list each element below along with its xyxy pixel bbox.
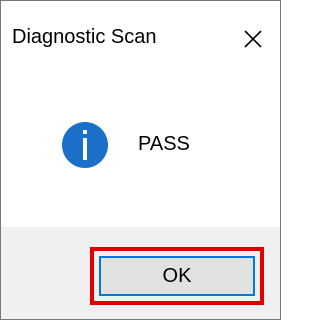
- info-icon: [62, 122, 108, 168]
- dialog-content: PASS: [1, 81, 280, 227]
- window-title: Diagnostic Scan: [12, 26, 157, 48]
- button-bar: OK: [1, 227, 280, 319]
- ok-button[interactable]: OK: [99, 256, 255, 296]
- close-icon: [244, 30, 262, 48]
- message-dialog: Diagnostic Scan PASS OK: [0, 0, 281, 320]
- close-button[interactable]: [233, 19, 273, 59]
- title-bar: Diagnostic Scan: [1, 1, 280, 81]
- message-text: PASS: [138, 133, 190, 155]
